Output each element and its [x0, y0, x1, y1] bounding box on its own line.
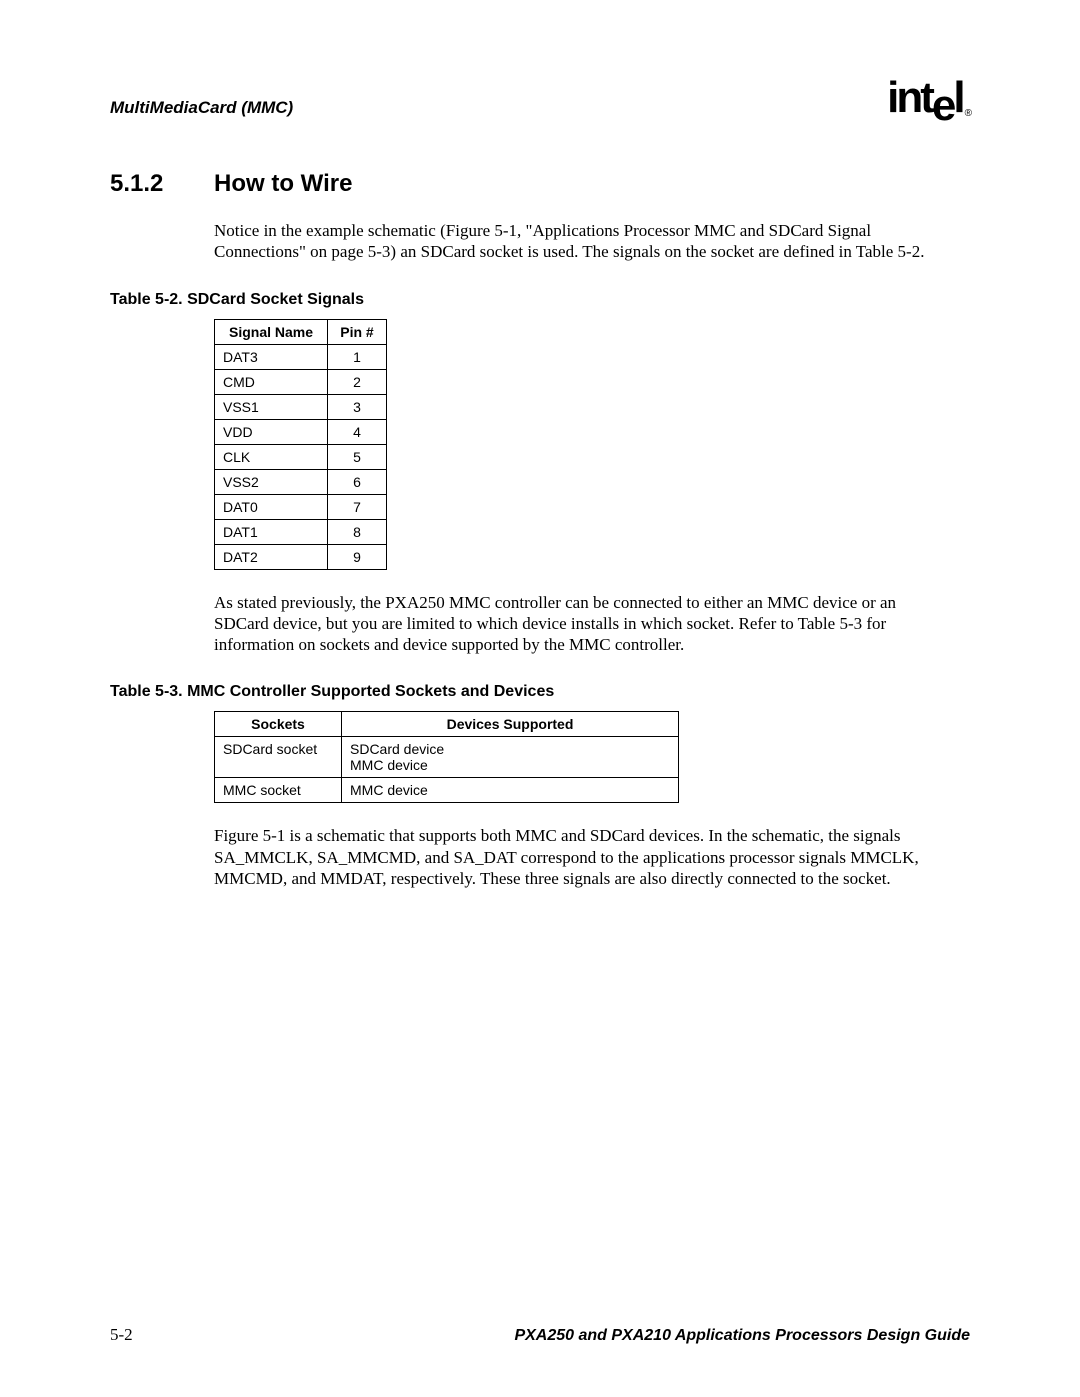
- table-row: VSS26: [215, 469, 387, 494]
- table-cell: VDD: [215, 419, 328, 444]
- table-caption: Table 5-2. SDCard Socket Signals: [110, 291, 970, 309]
- section-heading: 5.1.2 How to Wire: [110, 170, 970, 198]
- table-row: CLK5: [215, 444, 387, 469]
- section-title: How to Wire: [214, 170, 352, 198]
- page-footer: 5-2 PXA250 and PXA210 Applications Proce…: [110, 1325, 970, 1345]
- table-cell: 3: [328, 394, 387, 419]
- table-row: MMC socketMMC device: [215, 778, 679, 803]
- col-header: Pin #: [328, 319, 387, 344]
- mmc-sockets-table: Sockets Devices Supported SDCard socketS…: [214, 711, 679, 803]
- table-cell: VSS1: [215, 394, 328, 419]
- table-cell: SDCard deviceMMC device: [342, 737, 679, 778]
- table-cell: 2: [328, 369, 387, 394]
- table-cell: 1: [328, 344, 387, 369]
- table-cell: DAT3: [215, 344, 328, 369]
- table-cell: DAT1: [215, 519, 328, 544]
- paragraph: Figure 5-1 is a schematic that supports …: [214, 825, 934, 889]
- table-cell: 9: [328, 544, 387, 569]
- table-row: DAT18: [215, 519, 387, 544]
- table-cell: 7: [328, 494, 387, 519]
- col-header: Signal Name: [215, 319, 328, 344]
- col-header: Devices Supported: [342, 712, 679, 737]
- table-row: CMD2: [215, 369, 387, 394]
- table-cell: DAT0: [215, 494, 328, 519]
- section-number: 5.1.2: [110, 170, 214, 198]
- table-cell: 8: [328, 519, 387, 544]
- page-header: MultiMediaCard (MMC) intel®: [110, 80, 970, 120]
- sdcard-signals-table: Signal Name Pin # DAT31CMD2VSS13VDD4CLK5…: [214, 319, 387, 570]
- document-title: PXA250 and PXA210 Applications Processor…: [514, 1327, 970, 1345]
- table-cell: MMC device: [342, 778, 679, 803]
- table-row: VDD4: [215, 419, 387, 444]
- table-cell: CLK: [215, 444, 328, 469]
- paragraph: Notice in the example schematic (Figure …: [214, 220, 934, 263]
- page-number: 5-2: [110, 1325, 133, 1345]
- table-row: DAT07: [215, 494, 387, 519]
- chapter-title: MultiMediaCard (MMC): [110, 98, 293, 120]
- paragraph: As stated previously, the PXA250 MMC con…: [214, 592, 934, 656]
- table-cell: CMD: [215, 369, 328, 394]
- registered-mark: ®: [965, 108, 972, 119]
- col-header: Sockets: [215, 712, 342, 737]
- table-cell: 6: [328, 469, 387, 494]
- table-header-row: Sockets Devices Supported: [215, 712, 679, 737]
- table-caption: Table 5-3. MMC Controller Supported Sock…: [110, 683, 970, 701]
- table-cell: 4: [328, 419, 387, 444]
- table-row: DAT29: [215, 544, 387, 569]
- intel-logo: intel®: [887, 76, 970, 120]
- table-row: VSS13: [215, 394, 387, 419]
- table-header-row: Signal Name Pin #: [215, 319, 387, 344]
- table-row: DAT31: [215, 344, 387, 369]
- table-row: SDCard socketSDCard deviceMMC device: [215, 737, 679, 778]
- table-cell: DAT2: [215, 544, 328, 569]
- table-cell: VSS2: [215, 469, 328, 494]
- page: MultiMediaCard (MMC) intel® 5.1.2 How to…: [0, 0, 1080, 1397]
- table-cell: 5: [328, 444, 387, 469]
- table-cell: SDCard socket: [215, 737, 342, 778]
- table-cell: MMC socket: [215, 778, 342, 803]
